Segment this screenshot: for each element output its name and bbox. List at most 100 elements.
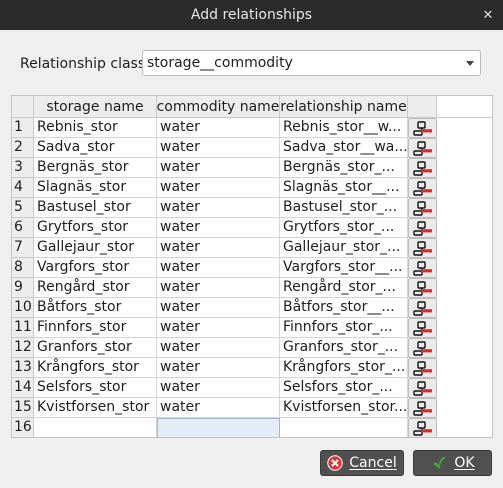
remove-row-icon bbox=[412, 140, 433, 156]
cell-storage-name[interactable]: Bergnäs_stor bbox=[34, 158, 157, 178]
cell-relationship-name[interactable]: Grytfors_stor_... bbox=[280, 218, 408, 238]
cell-commodity-name[interactable]: water bbox=[157, 218, 280, 238]
chevron-down-icon[interactable] bbox=[466, 61, 474, 66]
header-remove bbox=[408, 96, 437, 118]
cancel-button[interactable]: Cancel bbox=[320, 450, 404, 476]
row-header[interactable]: 9 bbox=[12, 278, 34, 298]
cell-commodity-name[interactable]: water bbox=[157, 398, 280, 418]
cell-storage-name[interactable]: Kvistforsen_stor bbox=[34, 398, 157, 418]
remove-row-button[interactable] bbox=[408, 238, 437, 258]
cell-storage-name[interactable] bbox=[34, 418, 157, 437]
remove-row-button[interactable] bbox=[408, 278, 437, 298]
cell-relationship-name[interactable]: Krångfors_stor_... bbox=[280, 358, 408, 378]
remove-row-button[interactable] bbox=[408, 218, 437, 238]
cell-storage-name[interactable]: Grytfors_stor bbox=[34, 218, 157, 238]
cell-commodity-name[interactable]: water bbox=[157, 198, 280, 218]
cell-storage-name[interactable]: Vargfors_stor bbox=[34, 258, 157, 278]
row-header[interactable]: 11 bbox=[12, 318, 34, 338]
remove-row-button[interactable] bbox=[408, 158, 437, 178]
row-header[interactable]: 6 bbox=[12, 218, 34, 238]
cell-storage-name[interactable]: Finnfors_stor bbox=[34, 318, 157, 338]
remove-row-button[interactable] bbox=[408, 258, 437, 278]
remove-row-icon bbox=[412, 380, 433, 396]
cell-relationship-name[interactable]: Slagnäs_stor__... bbox=[280, 178, 408, 198]
cell-commodity-name[interactable]: water bbox=[157, 278, 280, 298]
cell-commodity-name[interactable]: water bbox=[157, 358, 280, 378]
remove-row-button[interactable] bbox=[408, 398, 437, 418]
window-title: Add relationships bbox=[190, 7, 313, 23]
cell-relationship-name[interactable]: Selsfors_stor_... bbox=[280, 378, 408, 398]
header-filler bbox=[437, 96, 492, 118]
cell-commodity-name[interactable]: water bbox=[157, 298, 280, 318]
remove-row-icon bbox=[412, 300, 433, 316]
row-header[interactable]: 7 bbox=[12, 238, 34, 258]
row-header[interactable]: 1 bbox=[12, 118, 34, 138]
row-header[interactable]: 2 bbox=[12, 138, 34, 158]
cell-relationship-name[interactable]: Kvistforsen_stor... bbox=[280, 398, 408, 418]
cell-storage-name[interactable]: Rebnis_stor bbox=[34, 118, 157, 138]
cancel-label: Cancel bbox=[349, 455, 397, 471]
relationships-table: storage name commodity name relationship… bbox=[11, 95, 493, 438]
cell-relationship-name[interactable]: Bastusel_stor_... bbox=[280, 198, 408, 218]
cell-storage-name[interactable]: Rengård_stor bbox=[34, 278, 157, 298]
cell-storage-name[interactable]: Krångfors_stor bbox=[34, 358, 157, 378]
cell-commodity-name[interactable]: water bbox=[157, 158, 280, 178]
remove-row-button[interactable] bbox=[408, 138, 437, 158]
row-header[interactable]: 13 bbox=[12, 358, 34, 378]
cell-commodity-name[interactable]: water bbox=[157, 338, 280, 358]
remove-row-button[interactable] bbox=[408, 358, 437, 378]
cell-commodity-name[interactable]: water bbox=[157, 318, 280, 338]
row-header[interactable]: 4 bbox=[12, 178, 34, 198]
cell-relationship-name[interactable]: Finnfors_stor_... bbox=[280, 318, 408, 338]
header-relationship-name[interactable]: relationship name bbox=[280, 96, 408, 118]
cell-storage-name[interactable]: Slagnäs_stor bbox=[34, 178, 157, 198]
cell-relationship-name[interactable]: Rebnis_stor__w... bbox=[280, 118, 408, 138]
cell-commodity-name[interactable]: water bbox=[157, 178, 280, 198]
remove-row-icon bbox=[412, 240, 433, 256]
remove-row-button[interactable] bbox=[408, 378, 437, 398]
cell-commodity-name[interactable] bbox=[157, 418, 280, 437]
cell-storage-name[interactable]: Granfors_stor bbox=[34, 338, 157, 358]
row-header[interactable]: 10 bbox=[12, 298, 34, 318]
cell-relationship-name[interactable]: Granfors_stor_... bbox=[280, 338, 408, 358]
cell-commodity-name[interactable]: water bbox=[157, 378, 280, 398]
remove-row-button[interactable] bbox=[408, 418, 437, 437]
cell-storage-name[interactable]: Sadva_stor bbox=[34, 138, 157, 158]
cell-storage-name[interactable]: Selsfors_stor bbox=[34, 378, 157, 398]
relationship-class-combobox[interactable]: storage__commodity bbox=[142, 50, 481, 76]
cell-relationship-name[interactable]: Bergnäs_stor_... bbox=[280, 158, 408, 178]
cell-relationship-name[interactable]: Rengård_stor_... bbox=[280, 278, 408, 298]
remove-row-button[interactable] bbox=[408, 178, 437, 198]
row-header[interactable]: 5 bbox=[12, 198, 34, 218]
row-header[interactable]: 8 bbox=[12, 258, 34, 278]
cell-storage-name[interactable]: Gallejaur_stor bbox=[34, 238, 157, 258]
remove-row-button[interactable] bbox=[408, 198, 437, 218]
row-header[interactable]: 3 bbox=[12, 158, 34, 178]
remove-row-icon bbox=[412, 340, 433, 356]
remove-row-button[interactable] bbox=[408, 118, 437, 138]
cell-relationship-name[interactable] bbox=[280, 418, 408, 437]
row-header[interactable]: 15 bbox=[12, 398, 34, 418]
cell-relationship-name[interactable]: Sadva_stor__wa... bbox=[280, 138, 408, 158]
header-storage-name[interactable]: storage name bbox=[34, 96, 157, 118]
remove-row-icon bbox=[412, 180, 433, 196]
cell-relationship-name[interactable]: Båtfors_stor__... bbox=[280, 298, 408, 318]
cell-commodity-name[interactable]: water bbox=[157, 238, 280, 258]
close-icon[interactable]: ✕ bbox=[479, 6, 497, 24]
cell-storage-name[interactable]: Bastusel_stor bbox=[34, 198, 157, 218]
header-commodity-name[interactable]: commodity name bbox=[157, 96, 280, 118]
cell-commodity-name[interactable]: water bbox=[157, 138, 280, 158]
corner-header[interactable] bbox=[12, 96, 34, 118]
cell-commodity-name[interactable]: water bbox=[157, 258, 280, 278]
row-header[interactable]: 16 bbox=[12, 418, 34, 437]
cell-commodity-name[interactable]: water bbox=[157, 118, 280, 138]
cell-storage-name[interactable]: Båtfors_stor bbox=[34, 298, 157, 318]
ok-button[interactable]: OK bbox=[413, 450, 492, 476]
remove-row-button[interactable] bbox=[408, 338, 437, 358]
remove-row-button[interactable] bbox=[408, 318, 437, 338]
remove-row-button[interactable] bbox=[408, 298, 437, 318]
cell-relationship-name[interactable]: Vargfors_stor__... bbox=[280, 258, 408, 278]
row-header[interactable]: 14 bbox=[12, 378, 34, 398]
row-header[interactable]: 12 bbox=[12, 338, 34, 358]
cell-relationship-name[interactable]: Gallejaur_stor_... bbox=[280, 238, 408, 258]
